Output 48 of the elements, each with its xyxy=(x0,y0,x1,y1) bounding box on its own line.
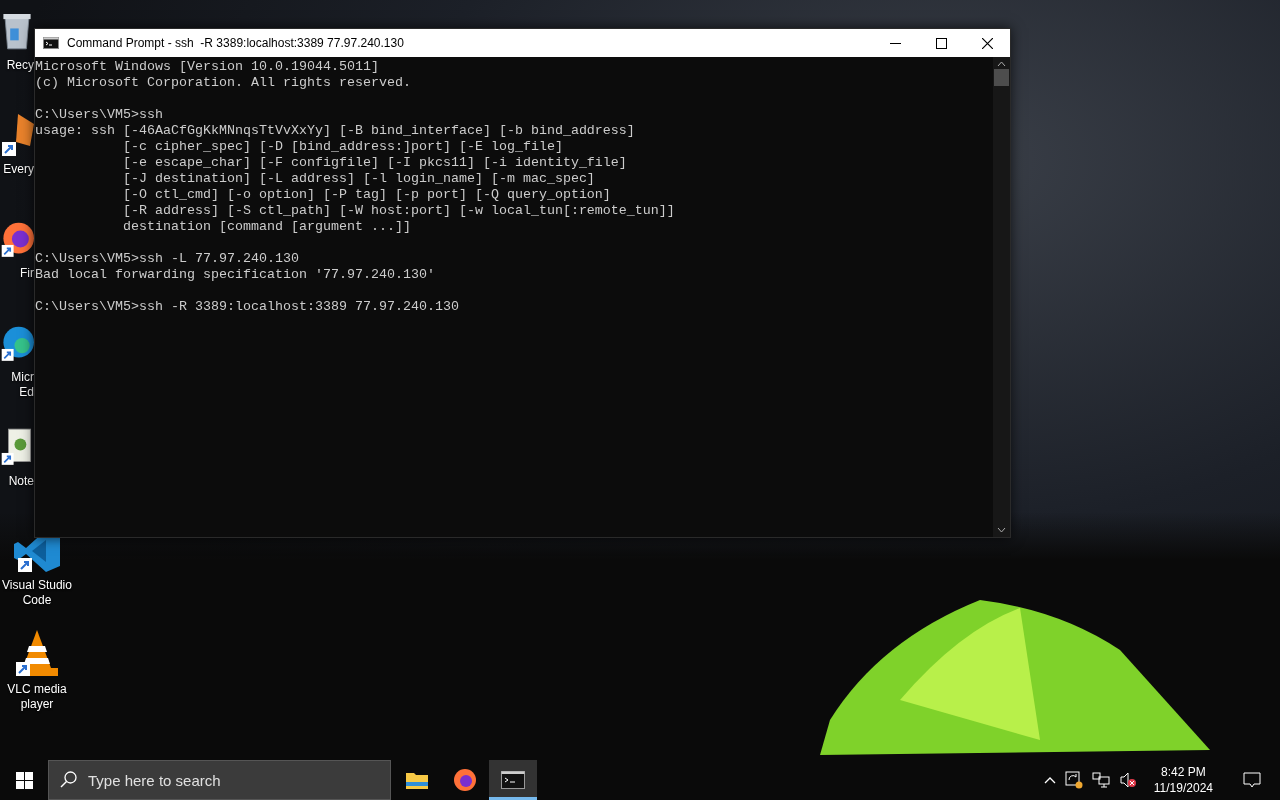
icon-label: Visual Studio xyxy=(2,578,72,593)
console-line: C:\Users\VM5>ssh -L 77.97.240.130 xyxy=(35,251,299,267)
icon-label: Micr xyxy=(11,370,34,385)
console-line: [-R address] [-S ctl_path] [-W host:port] [-w local_tun[:remote_tun]] xyxy=(121,203,675,219)
scroll-down-icon xyxy=(997,527,1006,533)
console-line: [-c cipher_spec] [-D [bind_address:]port] [-E log_file] xyxy=(121,139,563,155)
clock-date: 11/19/2024 xyxy=(1153,780,1213,796)
search-field[interactable]: Type here to search xyxy=(48,760,391,800)
console-line: C:\Users\VM5>ssh -R 3389:localhost:3389 77.97.240.130 xyxy=(35,299,459,315)
sync-warning-icon[interactable] xyxy=(1064,771,1083,789)
icon-label: Code xyxy=(21,593,53,608)
app-icon xyxy=(0,112,34,158)
console-line: C:\Users\VM5>ssh xyxy=(35,107,163,123)
console-line: (c) Microsoft Corporation. All rights reserved. xyxy=(35,75,411,91)
folder-icon xyxy=(405,770,429,790)
clock-time: 8:42 PM xyxy=(1161,764,1206,780)
speech-bubble-icon xyxy=(1243,772,1261,788)
console-line: destination [command [argument ...]] xyxy=(121,219,411,235)
network-icon[interactable] xyxy=(1091,772,1110,788)
console-line: usage: ssh [-46AaCfGgKkMNnqsTtVvXxYy] [-B bind_interface] [-b bind_address] xyxy=(35,123,635,139)
chevron-up-icon[interactable] xyxy=(1043,776,1056,784)
taskbar-app[interactable] xyxy=(489,760,537,800)
console-line: Bad local forwarding specification '77.97.240.130' xyxy=(35,267,435,283)
icon-label: Ed xyxy=(18,385,34,400)
icon-label: Every xyxy=(3,162,34,177)
search-icon xyxy=(60,771,77,788)
icon-label: Fir xyxy=(20,266,34,281)
console-line: [-J destination] [-L address] [-l login_name] [-m mac_spec] xyxy=(121,171,595,187)
command-prompt-icon xyxy=(501,771,525,789)
minimize-icon xyxy=(889,42,901,44)
maximize-icon xyxy=(935,37,947,49)
console-line: [-O ctl_cmd] [-o option] [-P tag] [-p port] [-Q query_option] xyxy=(121,187,611,203)
console-line: [-e escape_char] [-F configfile] [-I pkcs11] [-i identity_file] xyxy=(121,155,627,171)
window-title: Command Prompt - ssh -R 3389:localhost:3389 77.97.240.130 xyxy=(67,36,405,50)
icon-label: player xyxy=(19,697,55,712)
icon-label: VLC media xyxy=(7,682,67,697)
scroll-thumb[interactable] xyxy=(994,69,1009,86)
icon-label: Note xyxy=(8,474,34,489)
scroll-up-icon xyxy=(997,61,1006,67)
console-line: Microsoft Windows [Version 10.0.19044.5011] xyxy=(35,59,379,75)
command-prompt-icon xyxy=(43,37,59,49)
speaker-muted-icon[interactable] xyxy=(1118,772,1137,788)
close-icon xyxy=(981,37,993,49)
scroll-bar[interactable] xyxy=(993,57,1010,537)
clock[interactable]: 8:42 PM 11/19/2024 xyxy=(1153,764,1213,796)
icon-label: Recy xyxy=(6,58,34,73)
firefox-icon xyxy=(453,768,477,792)
windows-icon xyxy=(15,771,33,789)
